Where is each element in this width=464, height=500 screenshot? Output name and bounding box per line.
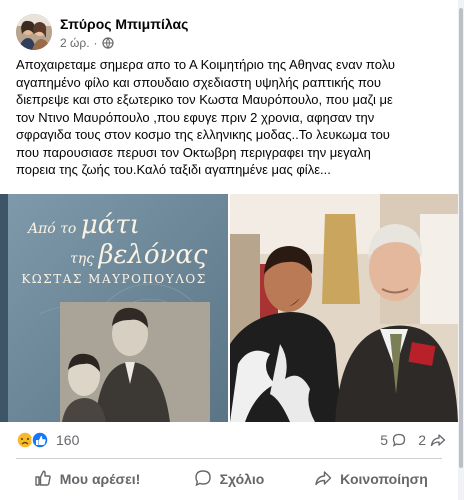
author-name[interactable]: Σπύρος Μπιμπίλας: [60, 16, 188, 32]
scrollbar-thumb[interactable]: [459, 8, 463, 468]
reaction-count[interactable]: 160: [56, 432, 79, 448]
globe-icon: [101, 37, 114, 49]
event-photo[interactable]: [230, 194, 458, 422]
post-meta: 2 ώρ. ·: [60, 36, 114, 50]
book-title-part: βελόνας: [98, 240, 208, 270]
comment-button[interactable]: Σχόλιο: [158, 462, 300, 496]
comment-count-value: 5: [380, 432, 388, 448]
facebook-post: Σπύρος Μπιμπίλας 2 ώρ. · Αποχαιρεταμε ση…: [0, 0, 458, 500]
share-arrow-icon: [314, 469, 332, 490]
reaction-icons[interactable]: [16, 431, 52, 449]
divider: [16, 458, 442, 459]
like-button[interactable]: Μου αρέσει!: [16, 462, 158, 496]
book-author: ΚΩΣΤΑΣ ΜΑΥΡΟΠΟΥΛΟΣ: [21, 272, 207, 286]
post-header: Σπύρος Μπιμπίλας 2 ώρ. ·: [16, 10, 446, 50]
post-text-line: διεπρεψε και στο εξωτερικο τον Κωστα Μαυ…: [16, 92, 393, 107]
book-cover-photo[interactable]: Από το μάτι της βελόνας ΚΩΣΤΑΣ ΜΑΥΡΟΠΟΥΛ…: [0, 194, 228, 422]
comment-button-label: Σχόλιο: [219, 471, 265, 487]
book-title-part: μάτι: [80, 210, 140, 240]
comment-count[interactable]: 5: [380, 432, 406, 448]
share-button[interactable]: Κοινοποίηση: [300, 462, 442, 496]
post-text-line: αγαπημένο φίλο και σπουδαιο σχεδιαστη υψ…: [16, 74, 381, 90]
post-text-line: σφραγιδα τους στον κοσμο της ελληνικης μ…: [16, 127, 390, 142]
share-count-icon: [430, 434, 446, 447]
post-text: Αποχαιρεταμε σημερα απο το Α Κοιμητήριο …: [16, 56, 442, 179]
post-text-line: Αποχαιρεταμε σημερα απο το Α Κοιμητήριο …: [16, 57, 395, 72]
action-bar: Μου αρέσει! Σχόλιο Κοινοποίηση: [16, 462, 442, 496]
avatar[interactable]: [16, 14, 52, 50]
meta-separator: ·: [93, 36, 98, 50]
comment-count-icon: [392, 433, 406, 447]
post-text-line: τον Ντινο Μαυρόπουλο ,που εφυγε πριν 2 χ…: [16, 109, 375, 125]
post-text-line: πορεια της ζωής του.Καλό ταξιδι αγαπημέν…: [16, 162, 331, 177]
post-text-line: που παρουσιασε περυσι τον Οκτωβρη περιγρ…: [16, 144, 371, 160]
post-time[interactable]: 2 ώρ.: [60, 36, 90, 50]
thumbs-up-icon: [34, 469, 52, 490]
scrollbar[interactable]: [458, 0, 464, 500]
reactions-bar: 160 5 2: [16, 430, 446, 450]
share-count[interactable]: 2: [418, 432, 446, 448]
book-title: Από το μάτι της βελόνας: [28, 210, 207, 270]
book-title-part: Από το: [28, 221, 77, 237]
sad-reaction-icon: [16, 431, 34, 449]
share-button-label: Κοινοποίηση: [340, 471, 428, 487]
book-title-part: της: [70, 251, 94, 267]
like-button-label: Μου αρέσει!: [59, 471, 141, 487]
speech-bubble-icon: [194, 469, 212, 490]
share-count-value: 2: [418, 432, 426, 448]
